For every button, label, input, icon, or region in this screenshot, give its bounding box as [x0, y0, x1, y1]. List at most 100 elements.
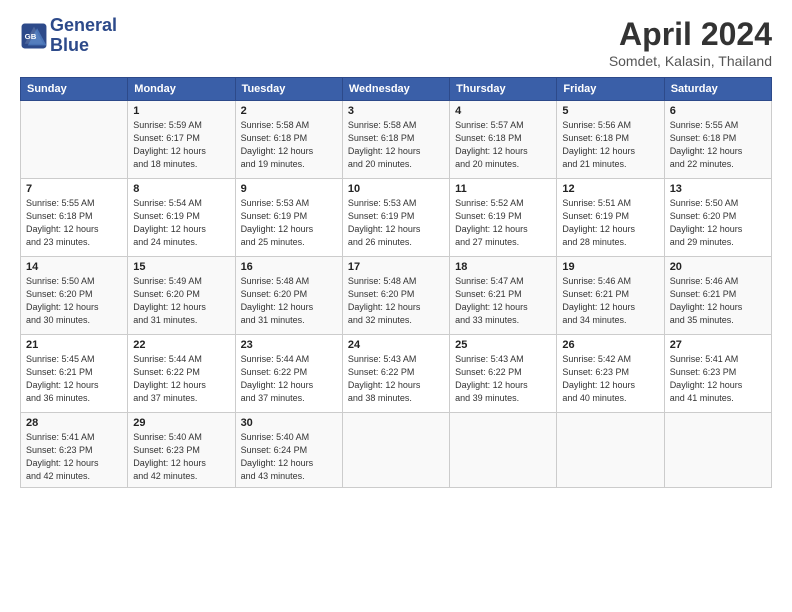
day-cell: 2Sunrise: 5:58 AM Sunset: 6:18 PM Daylig… [235, 101, 342, 179]
day-cell: 9Sunrise: 5:53 AM Sunset: 6:19 PM Daylig… [235, 179, 342, 257]
day-number: 22 [133, 339, 229, 351]
day-cell: 26Sunrise: 5:42 AM Sunset: 6:23 PM Dayli… [557, 335, 664, 413]
day-info: Sunrise: 5:50 AM Sunset: 6:20 PM Dayligh… [670, 197, 766, 249]
day-cell: 19 Sunrise: 5:46 AM Sunset: 6:21 PM Dayli… [557, 257, 664, 335]
day-cell [450, 413, 557, 488]
day-info: Sunrise: 5:50 AM Sunset: 6:20 PM Dayligh… [26, 275, 122, 327]
day-info: Sunrise: 5:44 AM Sunset: 6:22 PM Dayligh… [241, 353, 337, 405]
day-cell [21, 101, 128, 179]
day-number: 4 [455, 105, 551, 117]
day-number: 3 [348, 105, 444, 117]
column-header-tuesday: Tuesday [235, 78, 342, 101]
day-info: Sunrise: 5:46 AM Sunset: 6:21 PM Dayligh… [670, 275, 766, 327]
day-number: 13 [670, 183, 766, 195]
day-cell: 11 Sunrise: 5:52 AM Sunset: 6:19 PM Dayli… [450, 179, 557, 257]
day-number: 29 [133, 417, 229, 429]
day-info: Sunrise: 5:59 AM Sunset: 6:17 PM Dayligh… [133, 119, 229, 171]
day-cell: 24 Sunrise: 5:43 AM Sunset: 6:22 PM Dayli… [342, 335, 449, 413]
day-cell: 27Sunrise: 5:41 AM Sunset: 6:23 PM Dayli… [664, 335, 771, 413]
day-cell: 6 Sunrise: 5:55 AM Sunset: 6:18 PM Daylig… [664, 101, 771, 179]
day-number: 21 [26, 339, 122, 351]
day-info: Sunrise: 5:45 AM Sunset: 6:21 PM Dayligh… [26, 353, 122, 405]
day-cell [342, 413, 449, 488]
day-cell: 10 Sunrise: 5:53 AM Sunset: 6:19 PM Dayli… [342, 179, 449, 257]
day-info: Sunrise: 5:56 AM Sunset: 6:18 PM Dayligh… [562, 119, 658, 171]
day-cell: 21 Sunrise: 5:45 AM Sunset: 6:21 PM Dayli… [21, 335, 128, 413]
calendar-page: GB General Blue April 2024 Somdet, Kalas… [0, 0, 792, 612]
day-cell: 15Sunrise: 5:49 AM Sunset: 6:20 PM Dayli… [128, 257, 235, 335]
day-cell: 14 Sunrise: 5:50 AM Sunset: 6:20 PM Dayli… [21, 257, 128, 335]
day-info: Sunrise: 5:53 AM Sunset: 6:19 PM Dayligh… [348, 197, 444, 249]
day-info: Sunrise: 5:58 AM Sunset: 6:18 PM Dayligh… [241, 119, 337, 171]
column-header-wednesday: Wednesday [342, 78, 449, 101]
day-cell: 30Sunrise: 5:40 AM Sunset: 6:24 PM Dayli… [235, 413, 342, 488]
day-number: 24 [348, 339, 444, 351]
column-header-monday: Monday [128, 78, 235, 101]
day-cell: 5 Sunrise: 5:56 AM Sunset: 6:18 PM Daylig… [557, 101, 664, 179]
day-cell: 1 Sunrise: 5:59 AM Sunset: 6:17 PM Daylig… [128, 101, 235, 179]
header: GB General Blue April 2024 Somdet, Kalas… [20, 16, 772, 69]
day-info: Sunrise: 5:48 AM Sunset: 6:20 PM Dayligh… [348, 275, 444, 327]
day-info: Sunrise: 5:52 AM Sunset: 6:19 PM Dayligh… [455, 197, 551, 249]
logo-line2: Blue [50, 36, 117, 56]
day-number: 6 [670, 105, 766, 117]
day-cell: 29 Sunrise: 5:40 AM Sunset: 6:23 PM Dayli… [128, 413, 235, 488]
day-info: Sunrise: 5:54 AM Sunset: 6:19 PM Dayligh… [133, 197, 229, 249]
day-cell: 12 Sunrise: 5:51 AM Sunset: 6:19 PM Dayli… [557, 179, 664, 257]
day-info: Sunrise: 5:55 AM Sunset: 6:18 PM Dayligh… [26, 197, 122, 249]
day-number: 17 [348, 261, 444, 273]
column-header-thursday: Thursday [450, 78, 557, 101]
day-info: Sunrise: 5:47 AM Sunset: 6:21 PM Dayligh… [455, 275, 551, 327]
day-info: Sunrise: 5:55 AM Sunset: 6:18 PM Dayligh… [670, 119, 766, 171]
day-info: Sunrise: 5:40 AM Sunset: 6:23 PM Dayligh… [133, 431, 229, 483]
day-info: Sunrise: 5:46 AM Sunset: 6:21 PM Dayligh… [562, 275, 658, 327]
day-cell: 7Sunrise: 5:55 AM Sunset: 6:18 PM Daylig… [21, 179, 128, 257]
day-number: 18 [455, 261, 551, 273]
day-number: 25 [455, 339, 551, 351]
day-info: Sunrise: 5:49 AM Sunset: 6:20 PM Dayligh… [133, 275, 229, 327]
day-number: 14 [26, 261, 122, 273]
day-cell: 20Sunrise: 5:46 AM Sunset: 6:21 PM Dayli… [664, 257, 771, 335]
logo-icon: GB [20, 22, 48, 50]
day-number: 9 [241, 183, 337, 195]
day-cell: 18 Sunrise: 5:47 AM Sunset: 6:21 PM Dayli… [450, 257, 557, 335]
day-number: 1 [133, 105, 229, 117]
column-header-sunday: Sunday [21, 78, 128, 101]
day-info: Sunrise: 5:51 AM Sunset: 6:19 PM Dayligh… [562, 197, 658, 249]
day-cell: 17 Sunrise: 5:48 AM Sunset: 6:20 PM Dayli… [342, 257, 449, 335]
day-info: Sunrise: 5:42 AM Sunset: 6:23 PM Dayligh… [562, 353, 658, 405]
day-cell: 13 Sunrise: 5:50 AM Sunset: 6:20 PM Dayli… [664, 179, 771, 257]
day-number: 10 [348, 183, 444, 195]
column-header-friday: Friday [557, 78, 664, 101]
day-number: 23 [241, 339, 337, 351]
week-row-5: 28Sunrise: 5:41 AM Sunset: 6:23 PM Dayli… [21, 413, 772, 488]
day-info: Sunrise: 5:40 AM Sunset: 6:24 PM Dayligh… [241, 431, 337, 483]
day-info: Sunrise: 5:58 AM Sunset: 6:18 PM Dayligh… [348, 119, 444, 171]
day-cell: 22Sunrise: 5:44 AM Sunset: 6:22 PM Dayli… [128, 335, 235, 413]
week-row-2: 7Sunrise: 5:55 AM Sunset: 6:18 PM Daylig… [21, 179, 772, 257]
calendar-table: SundayMondayTuesdayWednesdayThursdayFrid… [20, 77, 772, 488]
day-cell [557, 413, 664, 488]
day-number: 12 [562, 183, 658, 195]
week-row-4: 21 Sunrise: 5:45 AM Sunset: 6:21 PM Dayli… [21, 335, 772, 413]
title-block: April 2024 Somdet, Kalasin, Thailand [609, 16, 772, 69]
day-number: 5 [562, 105, 658, 117]
location-title: Somdet, Kalasin, Thailand [609, 53, 772, 69]
day-cell: 4 Sunrise: 5:57 AM Sunset: 6:18 PM Daylig… [450, 101, 557, 179]
month-title: April 2024 [609, 16, 772, 53]
day-cell: 16 Sunrise: 5:48 AM Sunset: 6:20 PM Dayli… [235, 257, 342, 335]
day-cell [664, 413, 771, 488]
day-number: 11 [455, 183, 551, 195]
day-number: 16 [241, 261, 337, 273]
logo: GB General Blue [20, 16, 117, 56]
day-number: 28 [26, 417, 122, 429]
logo-text: General Blue [50, 16, 117, 56]
header-row: SundayMondayTuesdayWednesdayThursdayFrid… [21, 78, 772, 101]
day-number: 19 [562, 261, 658, 273]
day-cell: 8Sunrise: 5:54 AM Sunset: 6:19 PM Daylig… [128, 179, 235, 257]
day-cell: 25Sunrise: 5:43 AM Sunset: 6:22 PM Dayli… [450, 335, 557, 413]
day-info: Sunrise: 5:48 AM Sunset: 6:20 PM Dayligh… [241, 275, 337, 327]
week-row-3: 14 Sunrise: 5:50 AM Sunset: 6:20 PM Dayli… [21, 257, 772, 335]
day-info: Sunrise: 5:43 AM Sunset: 6:22 PM Dayligh… [348, 353, 444, 405]
day-info: Sunrise: 5:57 AM Sunset: 6:18 PM Dayligh… [455, 119, 551, 171]
